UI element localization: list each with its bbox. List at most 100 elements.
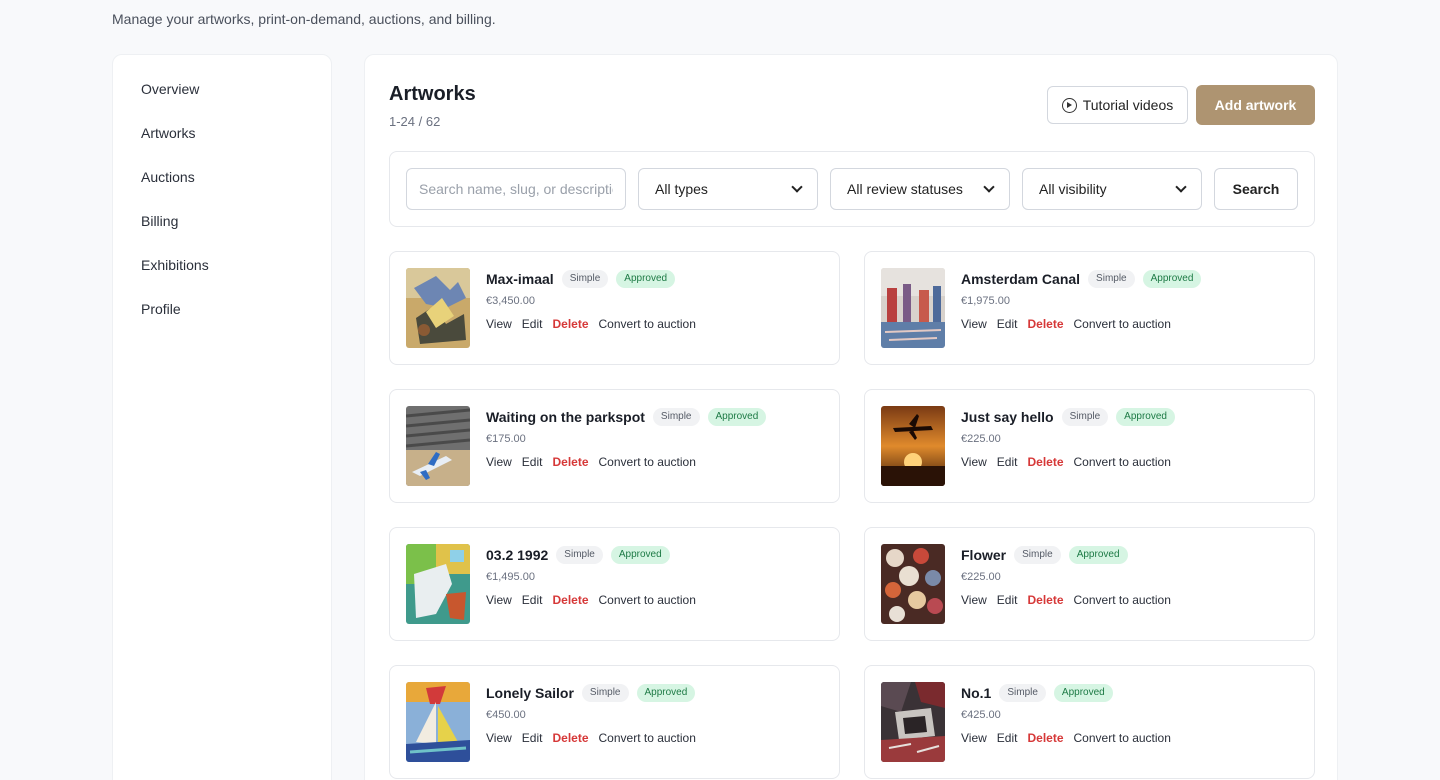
edit-link[interactable]: Edit bbox=[997, 455, 1018, 469]
status-badge: Approved bbox=[1053, 684, 1113, 702]
type-badge: Simple bbox=[561, 270, 609, 288]
page-subtitle: Manage your artworks, print-on-demand, a… bbox=[112, 11, 496, 27]
delete-link[interactable]: Delete bbox=[1027, 731, 1063, 745]
artwork-card: Flower Simple Approved €225.00 View Edit… bbox=[864, 527, 1315, 641]
artwork-title: Max-imaal bbox=[486, 271, 554, 287]
status-badge: Approved bbox=[636, 684, 696, 702]
edit-link[interactable]: Edit bbox=[997, 593, 1018, 607]
view-link[interactable]: View bbox=[961, 317, 987, 331]
convert-to-auction-link[interactable]: Convert to auction bbox=[1074, 455, 1171, 469]
convert-to-auction-link[interactable]: Convert to auction bbox=[1074, 731, 1171, 745]
edit-link[interactable]: Edit bbox=[522, 731, 543, 745]
artwork-title: 03.2 1992 bbox=[486, 547, 549, 563]
type-badge: Simple bbox=[556, 546, 603, 564]
edit-link[interactable]: Edit bbox=[522, 593, 543, 607]
edit-link[interactable]: Edit bbox=[997, 317, 1018, 331]
sidebar-item-exhibitions[interactable]: Exhibitions bbox=[113, 251, 331, 295]
artwork-thumbnail[interactable] bbox=[881, 682, 945, 762]
edit-link[interactable]: Edit bbox=[522, 455, 543, 469]
chevron-down-icon bbox=[791, 181, 803, 193]
sidebar-item-artworks[interactable]: Artworks bbox=[113, 119, 331, 163]
convert-to-auction-link[interactable]: Convert to auction bbox=[599, 317, 696, 331]
delete-link[interactable]: Delete bbox=[552, 731, 588, 745]
artwork-thumbnail[interactable] bbox=[406, 544, 470, 624]
sidebar-item-billing[interactable]: Billing bbox=[113, 207, 331, 251]
convert-to-auction-link[interactable]: Convert to auction bbox=[1074, 593, 1171, 607]
chevron-down-icon bbox=[983, 181, 995, 193]
view-link[interactable]: View bbox=[961, 455, 987, 469]
artwork-price: €225.00 bbox=[961, 433, 1001, 445]
visibility-select-value: All visibility bbox=[1039, 181, 1107, 197]
sidebar-item-auctions[interactable]: Auctions bbox=[113, 163, 331, 207]
tutorial-videos-button[interactable]: Tutorial videos bbox=[1047, 86, 1188, 124]
review-status-select[interactable]: All review statuses bbox=[830, 168, 1010, 210]
artwork-thumbnail[interactable] bbox=[881, 268, 945, 348]
delete-link[interactable]: Delete bbox=[1027, 317, 1063, 331]
type-badge: Simple bbox=[1061, 408, 1109, 426]
view-link[interactable]: View bbox=[961, 593, 987, 607]
type-badge: Simple bbox=[1014, 546, 1061, 564]
delete-link[interactable]: Delete bbox=[552, 455, 588, 469]
view-link[interactable]: View bbox=[486, 731, 512, 745]
add-artwork-button[interactable]: Add artwork bbox=[1196, 85, 1315, 125]
type-badge: Simple bbox=[652, 408, 700, 426]
artwork-thumbnail[interactable] bbox=[406, 406, 470, 486]
delete-link[interactable]: Delete bbox=[552, 317, 588, 331]
view-link[interactable]: View bbox=[486, 317, 512, 331]
artwork-price: €1,495.00 bbox=[486, 571, 535, 583]
delete-link[interactable]: Delete bbox=[552, 593, 588, 607]
sidebar-item-profile[interactable]: Profile bbox=[113, 295, 331, 339]
status-badge: Approved bbox=[616, 270, 676, 288]
artwork-card: Amsterdam Canal Simple Approved €1,975.0… bbox=[864, 251, 1315, 365]
status-badge: Approved bbox=[610, 546, 670, 564]
convert-to-auction-link[interactable]: Convert to auction bbox=[599, 455, 696, 469]
artwork-thumbnail[interactable] bbox=[881, 406, 945, 486]
status-badge: Approved bbox=[707, 408, 767, 426]
artwork-price: €1,975.00 bbox=[961, 295, 1010, 307]
type-select[interactable]: All types bbox=[638, 168, 818, 210]
artwork-card: 03.2 1992 Simple Approved €1,495.00 View… bbox=[389, 527, 840, 641]
convert-to-auction-link[interactable]: Convert to auction bbox=[599, 731, 696, 745]
artworks-panel: Artworks 1-24 / 62 Tutorial videos Add a… bbox=[364, 54, 1338, 780]
sidebar: Overview Artworks Auctions Billing Exhib… bbox=[112, 54, 332, 780]
search-button[interactable]: Search bbox=[1214, 168, 1298, 210]
filter-bar: All types All review statuses All visibi… bbox=[389, 151, 1315, 227]
tutorial-videos-label: Tutorial videos bbox=[1082, 97, 1174, 113]
delete-link[interactable]: Delete bbox=[1027, 593, 1063, 607]
sidebar-item-overview[interactable]: Overview bbox=[113, 75, 331, 119]
artwork-thumbnail[interactable] bbox=[406, 682, 470, 762]
pagination-count: 1-24 / 62 bbox=[389, 114, 441, 129]
view-link[interactable]: View bbox=[486, 455, 512, 469]
artwork-title: Waiting on the parkspot bbox=[486, 409, 645, 425]
convert-to-auction-link[interactable]: Convert to auction bbox=[599, 593, 696, 607]
artwork-title: Just say hello bbox=[961, 409, 1054, 425]
artwork-card: No.1 Simple Approved €425.00 View Edit D… bbox=[864, 665, 1315, 779]
type-badge: Simple bbox=[1088, 270, 1135, 288]
artwork-card: Waiting on the parkspot Simple Approved … bbox=[389, 389, 840, 503]
edit-link[interactable]: Edit bbox=[522, 317, 543, 331]
artwork-title: Lonely Sailor bbox=[486, 685, 574, 701]
type-badge: Simple bbox=[581, 684, 629, 702]
view-link[interactable]: View bbox=[486, 593, 512, 607]
artwork-price: €425.00 bbox=[961, 709, 1001, 721]
artwork-title: Amsterdam Canal bbox=[961, 271, 1081, 287]
edit-link[interactable]: Edit bbox=[997, 731, 1018, 745]
type-select-value: All types bbox=[655, 181, 708, 197]
view-link[interactable]: View bbox=[961, 731, 987, 745]
visibility-select[interactable]: All visibility bbox=[1022, 168, 1202, 210]
type-badge: Simple bbox=[999, 684, 1046, 702]
status-badge: Approved bbox=[1142, 270, 1202, 288]
artwork-price: €225.00 bbox=[961, 571, 1001, 583]
artwork-thumbnail[interactable] bbox=[881, 544, 945, 624]
status-badge: Approved bbox=[1116, 408, 1175, 426]
delete-link[interactable]: Delete bbox=[1027, 455, 1063, 469]
search-input[interactable] bbox=[406, 168, 626, 210]
chevron-down-icon bbox=[1175, 181, 1187, 193]
artwork-price: €175.00 bbox=[486, 433, 526, 445]
page-title: Artworks bbox=[389, 83, 476, 105]
convert-to-auction-link[interactable]: Convert to auction bbox=[1074, 317, 1171, 331]
artwork-card: Lonely Sailor Simple Approved €450.00 Vi… bbox=[389, 665, 840, 779]
artwork-card: Just say hello Simple Approved €225.00 V… bbox=[864, 389, 1315, 503]
play-circle-icon bbox=[1061, 97, 1077, 113]
artwork-thumbnail[interactable] bbox=[406, 268, 470, 348]
